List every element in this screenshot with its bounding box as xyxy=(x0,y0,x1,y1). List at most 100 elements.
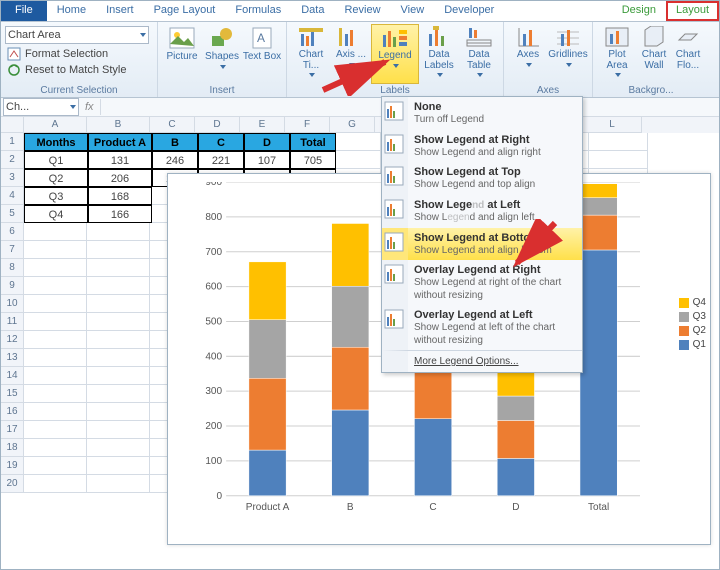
cell[interactable]: D xyxy=(244,133,290,151)
cell[interactable] xyxy=(87,385,150,403)
cell[interactable]: 206 xyxy=(88,169,152,187)
cell[interactable]: 705 xyxy=(290,151,336,169)
cell[interactable]: 131 xyxy=(88,151,152,169)
picture-button[interactable]: Picture xyxy=(162,24,202,82)
cell[interactable] xyxy=(87,367,150,385)
row-header[interactable]: 20 xyxy=(1,475,24,493)
cell[interactable]: 168 xyxy=(88,187,152,205)
cell[interactable] xyxy=(87,349,150,367)
column-header[interactable]: F xyxy=(285,117,330,133)
cell[interactable] xyxy=(24,367,87,385)
row-header[interactable]: 13 xyxy=(1,349,24,367)
tab-home[interactable]: Home xyxy=(47,1,96,21)
chart-legend[interactable]: Q4 Q3 Q2 Q1 xyxy=(679,294,706,353)
worksheet[interactable]: ABCDEFGHIJKL 1MonthsProduct ABCDTotal2Q1… xyxy=(1,117,719,493)
cell[interactable] xyxy=(24,349,87,367)
cell[interactable] xyxy=(24,385,87,403)
cell[interactable] xyxy=(24,439,87,457)
cell[interactable] xyxy=(87,223,150,241)
cell[interactable] xyxy=(87,421,150,439)
row-header[interactable]: 18 xyxy=(1,439,24,457)
column-header[interactable]: G xyxy=(330,117,375,133)
data-table-button[interactable]: Data Table xyxy=(459,24,499,82)
row-header[interactable]: 19 xyxy=(1,457,24,475)
cell[interactable] xyxy=(24,223,87,241)
cell[interactable]: 221 xyxy=(198,151,244,169)
chart-wall-button[interactable]: Chart Wall xyxy=(637,24,671,82)
cell[interactable]: 166 xyxy=(88,205,152,223)
menu-item-more-options[interactable]: More Legend Options... xyxy=(382,350,582,372)
row-header[interactable]: 10 xyxy=(1,295,24,313)
column-header[interactable]: B xyxy=(87,117,150,133)
cell[interactable] xyxy=(24,421,87,439)
tab-review[interactable]: Review xyxy=(334,1,390,21)
cell[interactable] xyxy=(24,475,87,493)
cell[interactable] xyxy=(87,331,150,349)
column-header[interactable]: D xyxy=(195,117,240,133)
cell[interactable]: Months xyxy=(24,133,88,151)
cell[interactable] xyxy=(87,475,150,493)
column-header[interactable]: C xyxy=(150,117,195,133)
cell[interactable] xyxy=(87,403,150,421)
plot-area-button[interactable]: Plot Area xyxy=(597,24,637,82)
legend-entry[interactable]: Q3 xyxy=(679,311,706,322)
cell[interactable] xyxy=(336,151,381,169)
cell[interactable] xyxy=(87,439,150,457)
axes-button[interactable]: Axes xyxy=(508,24,548,82)
menu-item[interactable]: Show Legend at RightShow Legend and alig… xyxy=(382,130,582,163)
cell[interactable] xyxy=(24,241,87,259)
row-header[interactable]: 11 xyxy=(1,313,24,331)
format-selection-button[interactable]: Format Selection xyxy=(5,46,153,62)
tab-file[interactable]: File xyxy=(1,1,47,21)
cell[interactable] xyxy=(24,277,87,295)
cell[interactable] xyxy=(87,313,150,331)
cell[interactable] xyxy=(87,241,150,259)
tab-view[interactable]: View xyxy=(391,1,435,21)
row-header[interactable]: 14 xyxy=(1,367,24,385)
cell[interactable] xyxy=(24,403,87,421)
legend-entry[interactable]: Q4 xyxy=(679,297,706,308)
row-header[interactable]: 4 xyxy=(1,187,24,205)
cell[interactable]: B xyxy=(152,133,198,151)
row-header[interactable]: 9 xyxy=(1,277,24,295)
cell[interactable] xyxy=(24,457,87,475)
legend-entry[interactable]: Q1 xyxy=(679,339,706,350)
cell[interactable] xyxy=(87,295,150,313)
cell[interactable]: C xyxy=(198,133,244,151)
row-header[interactable]: 16 xyxy=(1,403,24,421)
row-header[interactable]: 8 xyxy=(1,259,24,277)
column-header[interactable] xyxy=(1,117,24,133)
chart-element-selector[interactable]: Chart Area xyxy=(5,26,149,44)
cell[interactable] xyxy=(336,133,381,151)
cell[interactable]: Q3 xyxy=(24,187,88,205)
column-header[interactable]: L xyxy=(583,117,642,133)
cell[interactable]: 107 xyxy=(244,151,290,169)
cell[interactable] xyxy=(87,259,150,277)
tab-page-layout[interactable]: Page Layout xyxy=(144,1,226,21)
gridlines-button[interactable]: Gridlines xyxy=(548,24,588,82)
cell[interactable]: Q1 xyxy=(24,151,88,169)
menu-item[interactable]: Show Legend at TopShow Legend and top al… xyxy=(382,162,582,195)
textbox-button[interactable]: A Text Box xyxy=(242,24,282,82)
legend-entry[interactable]: Q2 xyxy=(679,325,706,336)
tab-layout[interactable]: Layout xyxy=(666,1,719,21)
row-header[interactable]: 12 xyxy=(1,331,24,349)
cell[interactable]: Total xyxy=(290,133,336,151)
reset-style-button[interactable]: Reset to Match Style xyxy=(5,62,153,78)
cell[interactable] xyxy=(24,313,87,331)
tab-insert[interactable]: Insert xyxy=(96,1,144,21)
tab-developer[interactable]: Developer xyxy=(434,1,504,21)
shapes-button[interactable]: Shapes xyxy=(202,24,242,82)
chart-floor-button[interactable]: Chart Flo... xyxy=(671,24,705,82)
row-header[interactable]: 1 xyxy=(1,133,24,151)
row-header[interactable]: 5 xyxy=(1,205,24,223)
name-box[interactable]: Ch... xyxy=(3,98,79,116)
column-header[interactable]: A xyxy=(24,117,87,133)
row-header[interactable]: 2 xyxy=(1,151,24,169)
tab-formulas[interactable]: Formulas xyxy=(225,1,291,21)
cell[interactable] xyxy=(24,331,87,349)
data-labels-button[interactable]: Data Labels xyxy=(419,24,459,82)
tab-design[interactable]: Design xyxy=(612,1,666,21)
row-header[interactable]: 7 xyxy=(1,241,24,259)
cell[interactable] xyxy=(24,259,87,277)
